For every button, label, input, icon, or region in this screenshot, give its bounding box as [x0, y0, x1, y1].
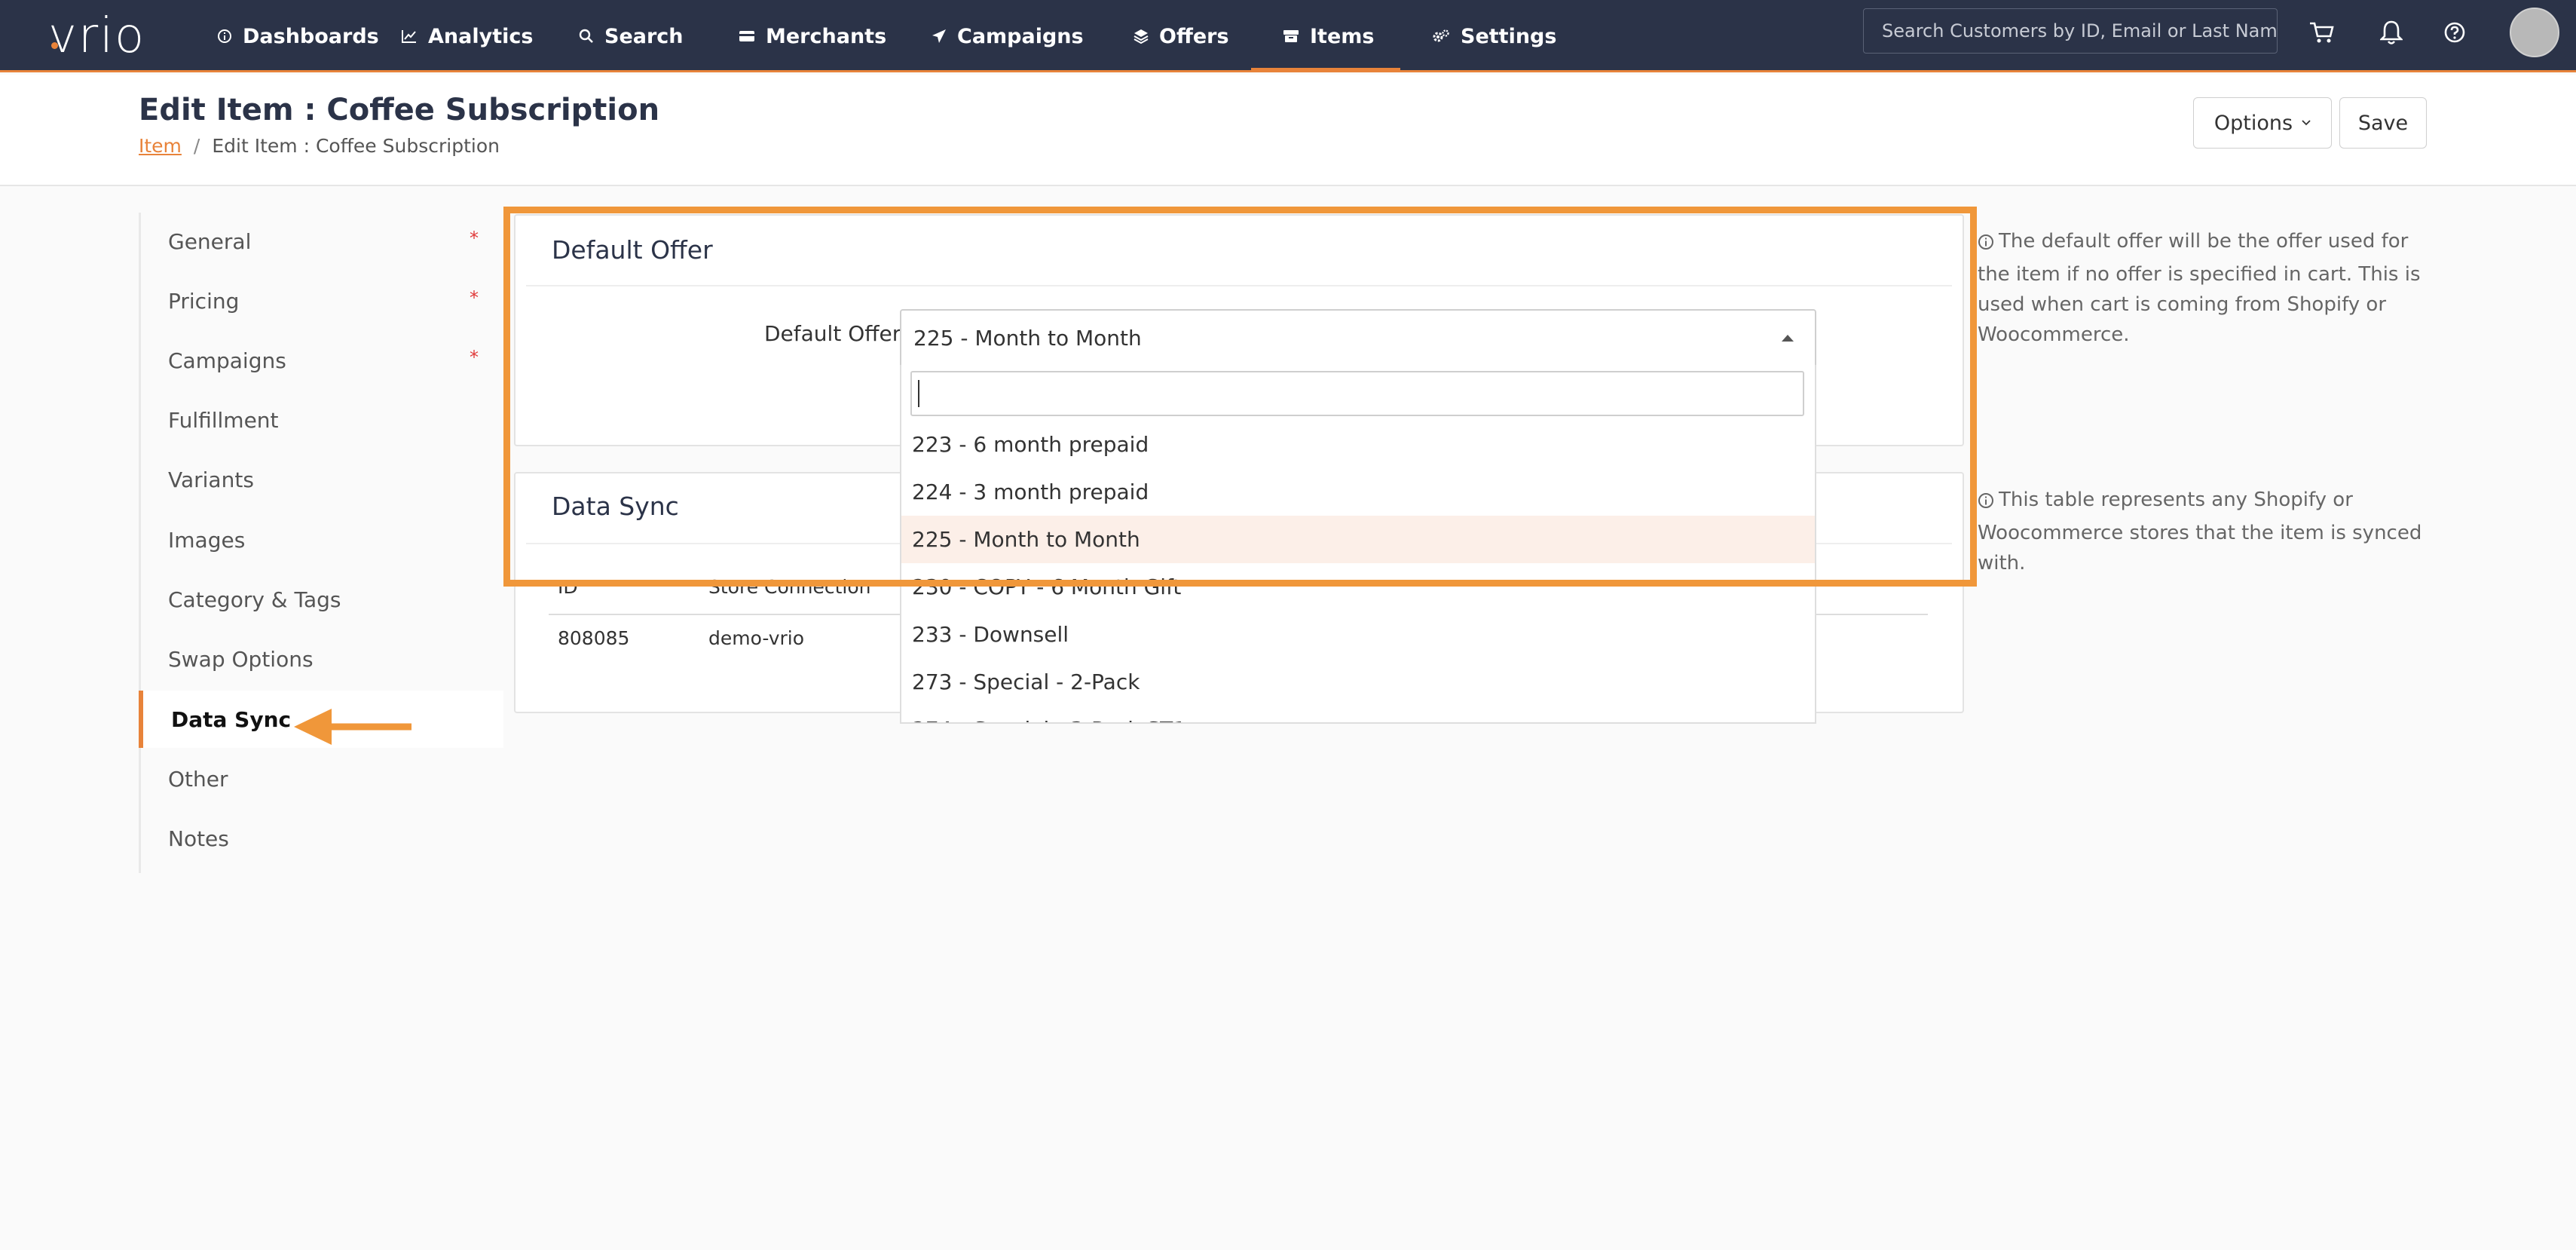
dropdown-search-input[interactable]: [910, 371, 1804, 416]
card-divider: [526, 285, 1952, 286]
nav-items[interactable]: Items: [1283, 0, 1374, 72]
info-icon: [1978, 488, 1994, 518]
line-chart-icon: [401, 29, 418, 44]
info-icon: [217, 29, 232, 44]
search-icon: [579, 29, 594, 44]
column-header-id: ID: [558, 576, 578, 598]
item-section-menu: General * Pricing * Campaigns * Fulfillment…: [139, 213, 503, 873]
sidebar-item-label: General: [168, 228, 252, 254]
dropdown-option[interactable]: 223 - 6 month prepaid: [901, 421, 1815, 468]
sidebar-item-category-tags[interactable]: Category & Tags: [141, 571, 506, 628]
default-offer-label: Default Offer:: [764, 321, 908, 346]
page-title: Edit Item : Coffee Subscription: [139, 93, 660, 127]
bell-icon[interactable]: [2376, 17, 2407, 48]
sidebar-item-images[interactable]: Images: [141, 511, 506, 568]
chevron-down-icon: [2302, 120, 2311, 126]
help-icon[interactable]: [2439, 17, 2470, 48]
sidebar-item-label: Variants: [168, 467, 254, 492]
sidebar-item-general[interactable]: General *: [141, 213, 506, 270]
sidebar-item-label: Notes: [168, 826, 229, 851]
required-marker: *: [470, 287, 479, 308]
top-navbar: vrio Dashboards Analytics Search Merchan…: [0, 0, 2576, 72]
breadcrumb: Item / Edit Item : Coffee Subscription: [139, 135, 500, 157]
sidebar-item-campaigns[interactable]: Campaigns *: [141, 332, 506, 389]
save-button[interactable]: Save: [2339, 97, 2427, 149]
sidebar-item-notes[interactable]: Notes: [141, 810, 506, 867]
sidebar-item-fulfillment[interactable]: Fulfillment: [141, 391, 506, 449]
sidebar-item-label: Pricing: [168, 288, 240, 314]
vrio-logo[interactable]: vrio: [48, 8, 145, 65]
help-text: This table represents any Shopify or Woo…: [1978, 489, 2422, 574]
sidebar-item-label: Swap Options: [168, 646, 314, 672]
dropdown-option[interactable]: 273 - Special - 2-Pack: [901, 658, 1815, 706]
default-offer-help: The default offer will be the offer used…: [1978, 226, 2430, 350]
sidebar-item-label: Fulfillment: [168, 407, 279, 433]
info-icon: [1978, 229, 1994, 259]
nav-campaigns[interactable]: Campaigns: [932, 0, 1084, 72]
nav-label: Campaigns: [957, 24, 1084, 48]
nav-label: Offers: [1159, 24, 1229, 48]
nav-settings[interactable]: Settings: [1432, 0, 1556, 72]
options-button[interactable]: Options: [2193, 97, 2332, 149]
nav-label: Items: [1310, 24, 1375, 48]
default-offer-dropdown: 223 - 6 month prepaid 224 - 3 month prep…: [900, 365, 1816, 724]
nav-label: Dashboards: [243, 24, 379, 48]
nav-label: Merchants: [766, 24, 887, 48]
sidebar-item-pricing[interactable]: Pricing *: [141, 272, 506, 329]
help-text: The default offer will be the offer used…: [1978, 230, 2421, 346]
layers-icon: [1134, 29, 1149, 44]
dropdown-option[interactable]: 230 - COPY - 6 Month Gift: [901, 563, 1815, 611]
box-icon: [1283, 29, 1299, 43]
data-sync-help: This table represents any Shopify or Woo…: [1978, 485, 2430, 578]
table-cell-store: demo-vrio: [708, 627, 805, 649]
nav-analytics[interactable]: Analytics: [401, 0, 533, 72]
caret-up-icon: [1782, 335, 1794, 342]
sidebar-item-variants[interactable]: Variants: [141, 451, 506, 508]
sidebar-item-label: Category & Tags: [168, 587, 341, 612]
nav-search[interactable]: Search: [579, 0, 684, 72]
dropdown-option-selected[interactable]: 225 - Month to Month: [901, 516, 1815, 563]
card-title: Default Offer: [552, 235, 713, 265]
nav-dashboards[interactable]: Dashboards: [217, 0, 379, 72]
nav-merchants[interactable]: Merchants: [739, 0, 886, 72]
dropdown-option[interactable]: 274 - Special - 3-Pack ST1: [901, 706, 1815, 722]
customer-search-input[interactable]: [1863, 8, 2278, 54]
sidebar-item-label: Other: [168, 766, 228, 792]
nav-label: Analytics: [428, 24, 534, 48]
sidebar-item-swap-options[interactable]: Swap Options: [141, 630, 506, 688]
sidebar-item-label: Campaigns: [168, 348, 286, 373]
options-label: Options: [2213, 111, 2293, 135]
nav-offers[interactable]: Offers: [1134, 0, 1229, 72]
send-icon: [932, 29, 947, 44]
sidebar-item-label: Data Sync: [171, 706, 292, 732]
gears-icon: [1432, 29, 1450, 44]
card-icon: [739, 29, 755, 43]
nav-label: Search: [604, 24, 684, 48]
card-title: Data Sync: [552, 492, 679, 521]
logo-dot: [51, 42, 58, 49]
default-offer-select[interactable]: 225 - Month to Month: [900, 309, 1816, 366]
nav-label: Settings: [1461, 24, 1557, 48]
user-avatar[interactable]: [2510, 8, 2559, 57]
breadcrumb-current: Edit Item : Coffee Subscription: [212, 135, 500, 157]
sidebar-item-label: Images: [168, 527, 246, 553]
text-cursor: [918, 380, 919, 407]
cart-icon[interactable]: [2306, 17, 2338, 48]
column-header-store-connection: Store Connection: [708, 576, 871, 598]
arrow-left-icon: [294, 706, 415, 751]
sidebar-item-other[interactable]: Other: [141, 750, 506, 807]
breadcrumb-separator: /: [193, 135, 200, 157]
required-marker: *: [470, 347, 479, 368]
page-header: Edit Item : Coffee Subscription Item / Edi…: [0, 75, 2576, 186]
nav-active-indicator: [1251, 68, 1400, 72]
dropdown-option[interactable]: 233 - Downsell: [901, 611, 1815, 658]
selected-value: 225 - Month to Month: [913, 325, 1142, 351]
breadcrumb-item-link[interactable]: Item: [139, 135, 182, 157]
dropdown-option[interactable]: 224 - 3 month prepaid: [901, 468, 1815, 516]
required-marker: *: [470, 228, 479, 249]
table-cell-id: 808085: [558, 627, 630, 649]
